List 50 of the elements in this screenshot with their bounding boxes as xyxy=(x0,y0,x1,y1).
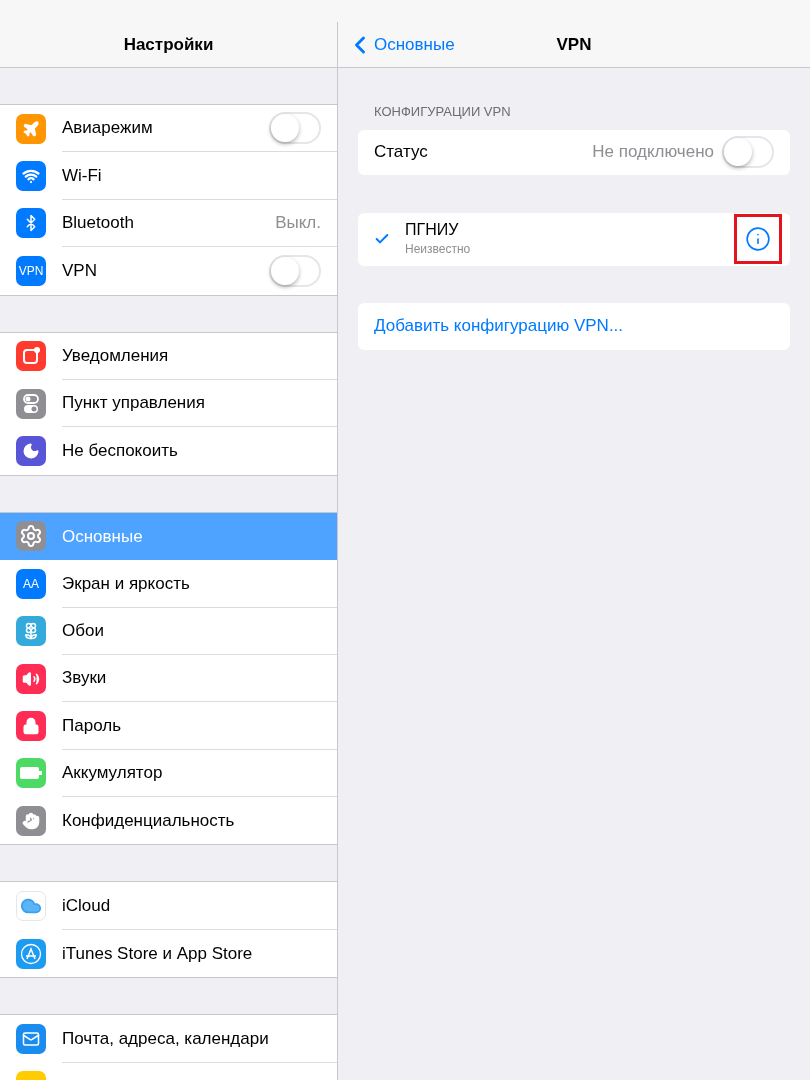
settings-row[interactable]: Уведомления xyxy=(0,332,337,380)
row-label: Аккумулятор xyxy=(62,762,164,785)
app-icon: AA xyxy=(16,568,46,599)
settings-row[interactable]: VPN VPN xyxy=(0,247,337,295)
settings-row[interactable]: iTunes Store и App Store xyxy=(0,929,337,978)
info-button[interactable] xyxy=(745,226,771,252)
row-label: Основные xyxy=(62,525,144,548)
settings-row[interactable]: Авиарежим xyxy=(0,105,337,153)
row-label: VPN xyxy=(62,260,98,283)
row-label: Обои xyxy=(62,619,105,642)
page-title: VPN xyxy=(556,33,592,56)
settings-row[interactable]: Пароль xyxy=(0,702,337,750)
row-label: Wi-Fi xyxy=(62,164,103,187)
app-icon: VPN xyxy=(16,255,46,286)
settings-row[interactable]: Конфиденциальность xyxy=(0,797,337,845)
settings-row[interactable]: Звуки xyxy=(0,654,337,703)
settings-row[interactable]: Почта, адреса, календари xyxy=(0,1015,337,1063)
row-value: Выкл. xyxy=(275,212,321,235)
settings-row[interactable]: Bluetooth Выкл. xyxy=(0,199,337,248)
row-label: Авиарежим xyxy=(62,117,154,140)
status-value: Не подключено xyxy=(592,141,714,164)
status-label: Статус xyxy=(374,141,429,164)
row-label: Звуки xyxy=(62,667,108,690)
toggle-switch[interactable] xyxy=(269,112,321,145)
row-label: Не беспокоить xyxy=(62,440,179,463)
toggle-switch[interactable] xyxy=(722,136,774,168)
row-label: iCloud xyxy=(62,894,112,917)
row-label: Bluetooth xyxy=(62,212,135,235)
back-button[interactable]: Основные xyxy=(338,30,455,59)
section-header: КОНФИГУРАЦИИ VPN xyxy=(373,103,512,121)
settings-row[interactable]: Пункт управления xyxy=(0,379,337,428)
settings-row[interactable]: Wi-Fi xyxy=(0,152,337,200)
row-label: Почта, адреса, календари xyxy=(62,1027,270,1050)
settings-row[interactable]: iCloud xyxy=(0,882,337,930)
config-subtitle: Неизвестно xyxy=(405,241,472,258)
settings-row[interactable]: Аккумулятор xyxy=(0,749,337,798)
sidebar-title: Настройки xyxy=(123,33,214,56)
toggle-switch[interactable] xyxy=(269,254,321,287)
row-label: Уведомления xyxy=(62,345,170,367)
row-label: Пароль xyxy=(62,714,122,737)
row-label: Конфиденциальность xyxy=(62,810,236,832)
settings-row[interactable]: AA Экран и яркость xyxy=(0,560,337,608)
row-label: Пункт управления xyxy=(62,392,206,415)
config-name: ПГНИУ xyxy=(405,220,460,240)
settings-row[interactable]: Обои xyxy=(0,607,337,655)
settings-row[interactable]: Не беспокоить xyxy=(0,427,337,475)
add-configuration-button[interactable]: Добавить конфигурацию VPN... xyxy=(358,302,790,350)
row-label: iTunes Store и App Store xyxy=(62,942,254,965)
row-label: Экран и яркость xyxy=(62,572,191,595)
vpn-config-row[interactable]: ПГНИУ Неизвестно xyxy=(358,212,790,266)
